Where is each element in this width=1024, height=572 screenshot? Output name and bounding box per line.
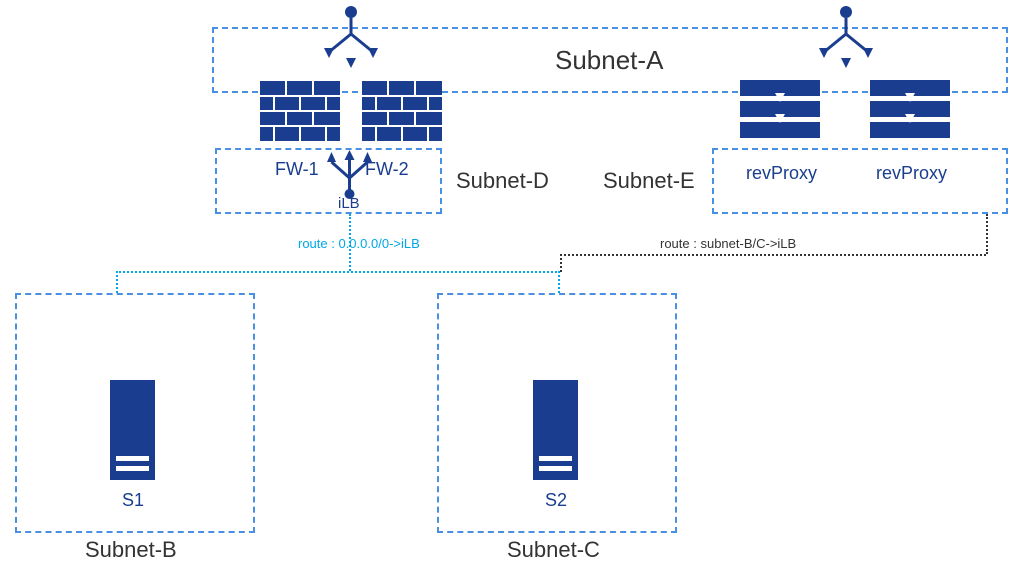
revproxy-label-1: revProxy	[746, 163, 817, 184]
load-balancer-icon	[321, 4, 381, 74]
route-line-right-h	[560, 254, 986, 256]
firewall-icon	[260, 81, 340, 141]
ilb-label: iLB	[338, 195, 360, 212]
route-line-right-v1	[986, 214, 988, 254]
subnet-a-label: Subnet-A	[555, 45, 663, 76]
revproxy-icon	[870, 80, 950, 140]
route-line-left-drop-c	[558, 271, 560, 293]
fw1-label: FW-1	[275, 159, 319, 180]
server-icon	[110, 380, 155, 480]
route-line-left-h	[116, 271, 560, 273]
subnet-c-label: Subnet-C	[507, 537, 600, 563]
s1-label: S1	[122, 490, 144, 511]
route-line-right-drop	[560, 254, 562, 272]
load-balancer-icon	[816, 4, 876, 74]
route-line-left-drop-b	[116, 271, 118, 293]
server-icon	[533, 380, 578, 480]
revproxy-icon	[740, 80, 820, 140]
s2-label: S2	[545, 490, 567, 511]
subnet-b-label: Subnet-B	[85, 537, 177, 563]
ilb-icon	[322, 148, 377, 200]
revproxy-label-2: revProxy	[876, 163, 947, 184]
route-left-label: route : 0.0.0.0/0->iLB	[298, 236, 420, 251]
firewall-icon	[362, 81, 442, 141]
route-right-label: route : subnet-B/C->iLB	[660, 236, 796, 251]
subnet-e-label: Subnet-E	[603, 168, 695, 194]
subnet-d-label: Subnet-D	[456, 168, 549, 194]
